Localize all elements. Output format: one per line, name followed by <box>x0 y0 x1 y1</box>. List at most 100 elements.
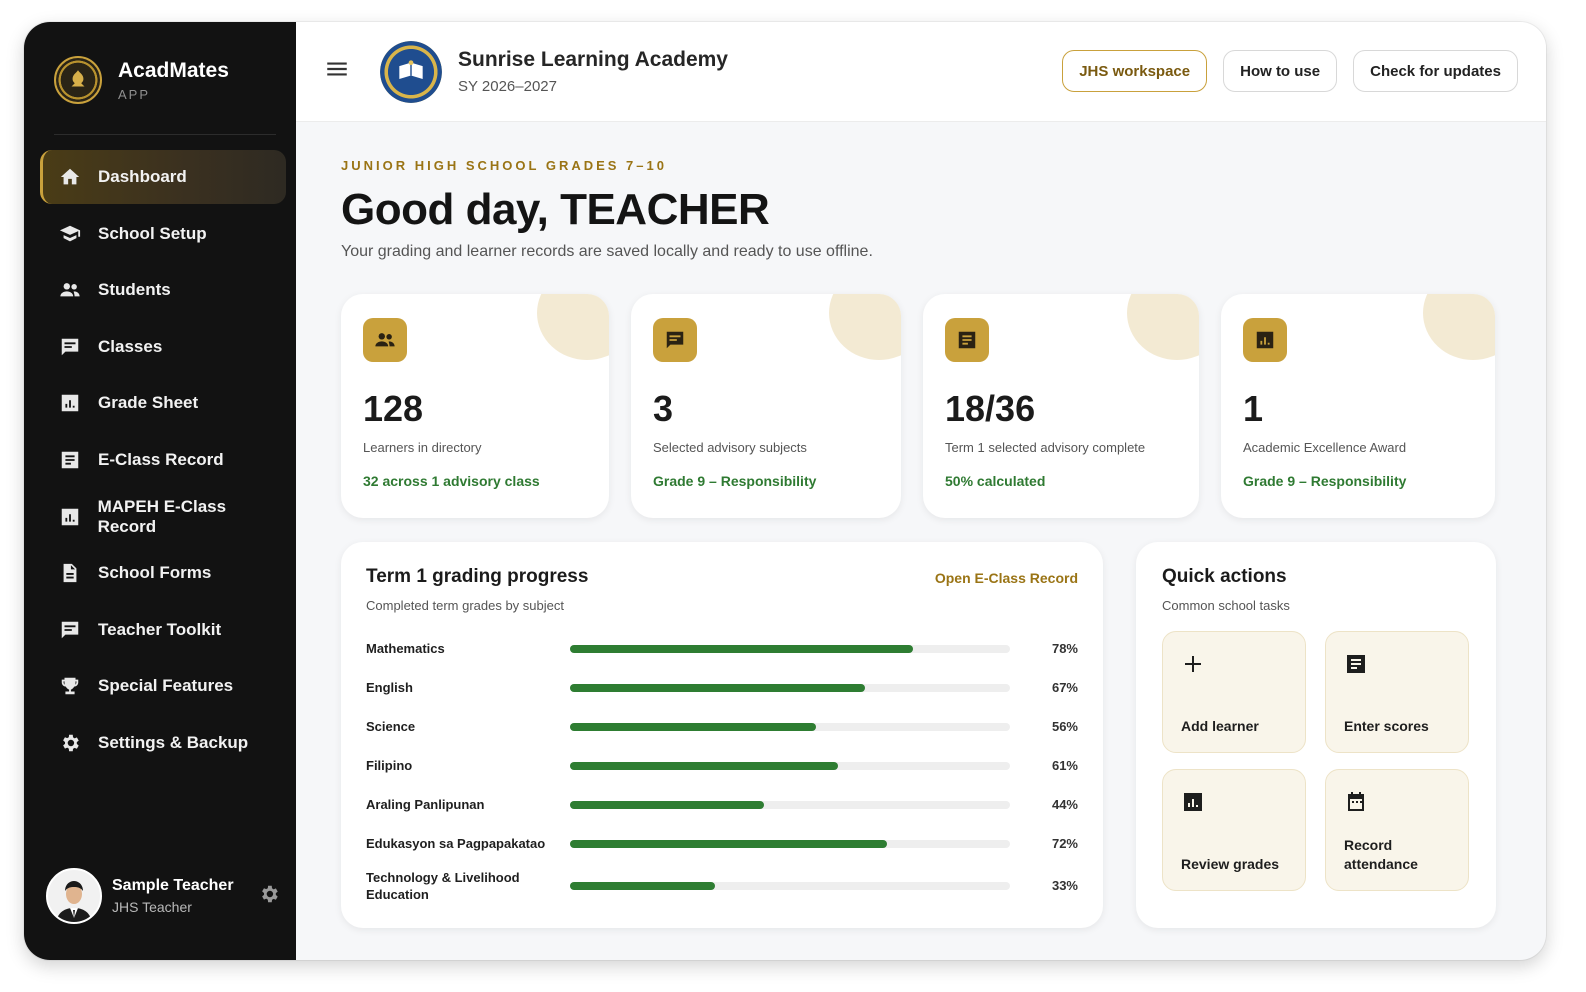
percent-label: 61% <box>1051 758 1078 773</box>
percent-label: 72% <box>1051 836 1078 851</box>
chart-icon <box>1181 793 1205 818</box>
sidebar-item-classes[interactable]: Classes <box>40 320 286 374</box>
progress-track <box>570 644 1010 653</box>
subject-label: English <box>366 680 413 695</box>
people-icon <box>58 278 82 302</box>
card-label: Term 1 selected advisory complete <box>945 440 1146 455</box>
stat-card-term-complete[interactable]: 18/36 Term 1 selected advisory complete … <box>923 294 1199 518</box>
record-icon <box>1344 655 1368 680</box>
sidebar-item-school-forms[interactable]: School Forms <box>40 546 286 600</box>
plus-icon <box>1181 656 1205 680</box>
stat-cards: 128 Learners in directory 32 across 1 ad… <box>341 294 1495 518</box>
sidebar-item-special-features[interactable]: Special Features <box>40 659 286 713</box>
quick-actions-grid: Add learner Enter scores Review grades R… <box>1162 631 1470 891</box>
record-icon <box>945 318 989 362</box>
progress-fill <box>570 683 865 692</box>
card-note: 32 across 1 advisory class <box>363 473 540 489</box>
card-label: Selected advisory subjects <box>653 440 807 455</box>
open-e-class-record-link[interactable]: Open E-Class Record <box>935 570 1078 586</box>
card-label: Learners in directory <box>363 440 482 455</box>
top-actions: JHS workspace How to use Check for updat… <box>1062 50 1518 92</box>
calendar-icon <box>1344 792 1368 818</box>
card-label: Academic Excellence Award <box>1243 440 1407 455</box>
subject-label: Science <box>366 719 416 734</box>
sidebar-item-dashboard[interactable]: Dashboard <box>40 150 286 204</box>
progress-rows: Mathematics 78% English 67% Science 56% <box>366 629 1078 908</box>
school-icon <box>58 222 82 246</box>
stat-card-advisory-subjects[interactable]: 3 Selected advisory subjects Grade 9 – R… <box>631 294 901 518</box>
hamburger-menu-icon[interactable] <box>324 56 350 87</box>
progress-track <box>570 800 1010 809</box>
chart-icon <box>58 391 82 415</box>
sidebar-item-mapeh-e-class-record[interactable]: MAPEH E-Class Record <box>40 490 286 544</box>
panel-subtitle: Common school tasks <box>1162 598 1290 613</box>
gear-icon[interactable] <box>258 883 280 910</box>
panel-title: Quick actions <box>1162 566 1287 587</box>
card-value: 128 <box>363 388 424 429</box>
sidebar-item-students[interactable]: Students <box>40 263 286 317</box>
chat-icon <box>58 618 82 642</box>
jhs-workspace-button[interactable]: JHS workspace <box>1062 50 1208 92</box>
grading-progress-panel: Term 1 grading progress Completed term g… <box>341 542 1103 928</box>
card-decoration <box>1423 294 1495 360</box>
sidebar-item-label: MAPEH E-Class Record <box>97 496 227 536</box>
user-role: JHS Teacher <box>112 899 192 915</box>
enter-scores-button[interactable]: Enter scores <box>1325 631 1469 753</box>
quick-action-label: Add learner <box>1181 718 1259 734</box>
stat-card-awards[interactable]: 1 Academic Excellence Award Grade 9 – Re… <box>1221 294 1495 518</box>
sidebar-item-label: Students <box>98 280 171 300</box>
progress-row: Edukasyon sa Pagpapakatao 72% <box>366 824 1078 863</box>
page-title: Good day, TEACHER <box>341 185 770 234</box>
record-attendance-button[interactable]: Record attendance <box>1325 769 1469 891</box>
percent-label: 33% <box>1051 878 1078 893</box>
progress-track <box>570 839 1010 848</box>
percent-label: 67% <box>1051 680 1078 695</box>
card-note: Grade 9 – Responsibility <box>653 473 817 489</box>
school-year: SY 2026–2027 <box>458 78 557 95</box>
chat-icon <box>653 318 697 362</box>
progress-row: English 67% <box>366 668 1078 707</box>
page-subtitle: Your grading and learner records are sav… <box>341 243 873 260</box>
check-updates-button[interactable]: Check for updates <box>1353 50 1518 92</box>
chart-icon <box>58 505 82 529</box>
card-note: Grade 9 – Responsibility <box>1243 473 1407 489</box>
brand-name: AcadMates <box>118 59 229 82</box>
progress-track <box>570 683 1010 692</box>
progress-row: Araling Panlipunan 44% <box>366 785 1078 824</box>
card-decoration <box>1127 294 1199 360</box>
card-value: 1 <box>1243 388 1264 429</box>
chat-icon <box>58 335 82 359</box>
sidebar-item-label: E-Class Record <box>98 449 224 469</box>
how-to-use-button[interactable]: How to use <box>1223 50 1338 92</box>
sidebar-item-e-class-record[interactable]: E-Class Record <box>40 433 286 487</box>
stat-card-learners[interactable]: 128 Learners in directory 32 across 1 ad… <box>341 294 609 518</box>
home-icon <box>58 165 82 189</box>
sidebar-item-label: Classes <box>98 336 163 356</box>
quick-action-label: Review grades <box>1181 856 1280 872</box>
sidebar-item-label: Settings & Backup <box>98 732 249 752</box>
sidebar-item-school-setup[interactable]: School Setup <box>40 207 286 261</box>
percent-label: 44% <box>1051 797 1078 812</box>
sidebar-item-grade-sheet[interactable]: Grade Sheet <box>40 376 286 430</box>
add-learner-button[interactable]: Add learner <box>1162 631 1306 753</box>
sidebar-item-teacher-toolkit[interactable]: Teacher Toolkit <box>40 603 286 657</box>
progress-fill <box>570 839 887 848</box>
sidebar-item-label: School Setup <box>98 223 207 243</box>
sidebar-item-label: School Forms <box>98 563 212 583</box>
sidebar: AcadMates APP Dashboard School Setup Stu… <box>24 22 296 960</box>
review-grades-button[interactable]: Review grades <box>1162 769 1306 891</box>
progress-fill <box>570 881 716 890</box>
divider <box>54 134 276 135</box>
user-name: Sample Teacher <box>112 877 234 894</box>
progress-fill <box>570 761 839 770</box>
eyebrow-label: JUNIOR HIGH SCHOOL GRADES 7–10 <box>341 158 667 173</box>
progress-track <box>570 761 1010 770</box>
sidebar-item-settings-backup[interactable]: Settings & Backup <box>40 716 286 770</box>
brand-logo-icon <box>54 56 102 104</box>
main-area: Sunrise Learning Academy SY 2026–2027 JH… <box>296 22 1546 960</box>
progress-row: Mathematics 78% <box>366 629 1078 668</box>
user-profile[interactable]: Sample Teacher JHS Teacher <box>46 868 280 924</box>
app-window: AcadMates APP Dashboard School Setup Stu… <box>24 22 1546 960</box>
school-name: Sunrise Learning Academy <box>458 48 728 71</box>
progress-fill <box>570 644 914 653</box>
